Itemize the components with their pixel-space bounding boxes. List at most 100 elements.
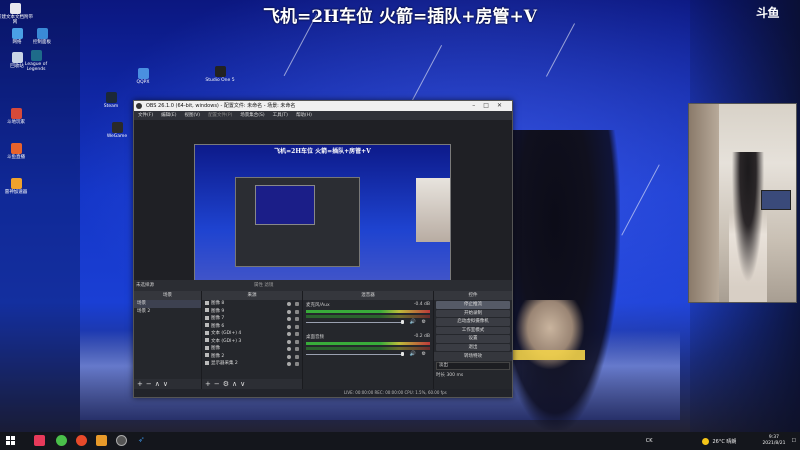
scene-item[interactable]: 场景 2 bbox=[134, 308, 201, 316]
weather-sun-icon[interactable] bbox=[702, 437, 710, 445]
lock-icon[interactable] bbox=[295, 332, 299, 336]
menu-file[interactable]: 文件(F) bbox=[138, 111, 153, 120]
source-label: 图像 6 bbox=[211, 323, 225, 329]
scenes-toolbar[interactable]: +−∧∨ bbox=[134, 379, 201, 389]
menu-profile[interactable]: 配置文件(P) bbox=[208, 111, 232, 120]
volume-meter bbox=[306, 315, 430, 318]
notification-icon[interactable]: ☐ bbox=[792, 438, 796, 444]
steam-icon bbox=[105, 92, 117, 103]
stream-preview[interactable]: 飞机=2H车位 火箭=插队+房管+V bbox=[194, 144, 451, 287]
eye-icon[interactable] bbox=[287, 317, 291, 321]
eye-icon[interactable] bbox=[287, 324, 291, 329]
source-label: 图像 bbox=[211, 346, 220, 351]
clock[interactable]: 9:37 2021/8/21 bbox=[762, 435, 785, 447]
source-item[interactable]: 图像 7 bbox=[202, 315, 302, 323]
lock-icon[interactable] bbox=[295, 324, 299, 329]
volume-slider[interactable]: 🔊 ⚙ bbox=[306, 319, 430, 325]
menu-edit[interactable]: 编辑(E) bbox=[161, 111, 176, 120]
eye-icon[interactable] bbox=[287, 347, 291, 351]
gear-icon[interactable]: ⚙ bbox=[422, 351, 426, 357]
source-item[interactable]: 图像 6 bbox=[202, 323, 302, 331]
no-source-selected-label: 未选择源 bbox=[136, 283, 154, 288]
camera-monitor bbox=[761, 190, 791, 210]
source-item[interactable]: 文本 (GDI+) 4 bbox=[202, 330, 302, 338]
menu-view[interactable]: 视图(V) bbox=[184, 111, 200, 120]
weather-text[interactable]: 26°C 晴朗 bbox=[712, 438, 736, 445]
desktop-icon-leishen[interactable]: 雷神加速器 bbox=[0, 178, 36, 195]
eye-icon[interactable] bbox=[287, 332, 291, 336]
desktop-icon-label: 控制面板 bbox=[33, 40, 51, 45]
exit-button[interactable]: 退出 bbox=[436, 343, 510, 351]
desktop-icon-wegame[interactable]: WeGame bbox=[97, 122, 137, 139]
speaker-icon[interactable]: 🔊 bbox=[410, 351, 416, 357]
eye-icon[interactable] bbox=[287, 339, 291, 344]
source-item[interactable]: 图像 2 bbox=[202, 353, 302, 361]
preview-area: 飞机=2H车位 火箭=插队+房管+V bbox=[134, 120, 512, 287]
taskbar-app-icon[interactable] bbox=[76, 435, 87, 446]
channel-name: 麦克风/Aux bbox=[306, 303, 330, 308]
taskbar-app-icon[interactable] bbox=[96, 435, 107, 446]
lock-icon[interactable] bbox=[295, 339, 299, 344]
desktop-icon-label: Studio One 5 bbox=[205, 78, 235, 83]
lock-icon[interactable] bbox=[295, 362, 299, 366]
virtual-camera-button[interactable]: 启动虚拟摄像机 bbox=[436, 318, 510, 326]
controls-header: 控件 bbox=[434, 291, 512, 300]
menu-help[interactable]: 帮助(H) bbox=[296, 111, 312, 120]
desktop-icon-player[interactable]: 斗地玩家 bbox=[0, 108, 36, 125]
duration-label: 时长 bbox=[436, 373, 445, 378]
desktop-icon-control-panel[interactable]: 控制面板 bbox=[22, 28, 62, 45]
camera-wall bbox=[689, 104, 719, 302]
lock-icon[interactable] bbox=[295, 354, 299, 359]
source-item[interactable]: 图像 8 bbox=[202, 300, 302, 308]
lock-icon[interactable] bbox=[295, 347, 299, 351]
source-item[interactable]: 显示器采集 2 bbox=[202, 360, 302, 368]
source-item[interactable]: 文本 (GDI+) 3 bbox=[202, 338, 302, 346]
desktop-icon-qqpx[interactable]: QQPX bbox=[123, 68, 163, 85]
volume-slider[interactable]: 🔊 ⚙ bbox=[306, 351, 430, 357]
studio-mode-button[interactable]: 工作室模式 bbox=[436, 326, 510, 334]
transition-select[interactable]: 淡出 bbox=[436, 362, 510, 370]
obs-menubar: 文件(F) 编辑(E) 视图(V) 配置文件(P) 场景集合(S) 工具(T) … bbox=[134, 111, 512, 120]
window-controls[interactable]: –□✕ bbox=[472, 101, 510, 111]
eye-icon[interactable] bbox=[287, 354, 291, 359]
desktop-icon-text-doc[interactable]: 新建文本文档附带网 bbox=[0, 3, 35, 25]
sources-toolbar[interactable]: +−⚙∧∨ bbox=[202, 379, 302, 389]
desktop-icon-douyu[interactable]: 斗鱼直播 bbox=[0, 143, 36, 160]
source-label: 文本 (GDI+) 4 bbox=[211, 331, 242, 336]
desktop-icon-league[interactable]: League of Legends bbox=[16, 50, 56, 72]
preview-banner-title: 飞机=2H车位 火箭=插队+房管+V bbox=[274, 148, 371, 155]
speaker-icon[interactable]: 🔊 bbox=[410, 319, 416, 325]
menu-scene-collection[interactable]: 场景集合(S) bbox=[240, 111, 264, 120]
leishen-accelerator-icon bbox=[10, 178, 22, 189]
taskbar-obs-icon[interactable] bbox=[116, 435, 127, 446]
lock-icon[interactable] bbox=[295, 309, 299, 314]
gear-icon[interactable]: ⚙ bbox=[422, 319, 426, 325]
start-button[interactable] bbox=[6, 436, 15, 445]
stop-streaming-button[interactable]: 停止推流 bbox=[436, 301, 510, 309]
taskbar-app-icon[interactable] bbox=[56, 435, 67, 446]
settings-button[interactable]: 设置 bbox=[436, 335, 510, 343]
desktop-icon-label: League of Legends bbox=[24, 62, 48, 72]
desktop-icon-steam[interactable]: Steam bbox=[91, 92, 131, 109]
menu-tools[interactable]: 工具(T) bbox=[273, 111, 288, 120]
taskbar-app-icon[interactable] bbox=[34, 435, 45, 446]
desktop-icon-studio-one[interactable]: Studio One 5 bbox=[200, 66, 240, 83]
lock-icon[interactable] bbox=[295, 302, 299, 306]
start-recording-button[interactable]: 开始录制 bbox=[436, 309, 510, 317]
duration-input[interactable]: 300 ms bbox=[446, 373, 463, 378]
eye-icon[interactable] bbox=[287, 309, 291, 314]
source-item[interactable]: 图像 bbox=[202, 345, 302, 353]
eye-icon[interactable] bbox=[287, 302, 291, 306]
lock-icon[interactable] bbox=[295, 317, 299, 321]
source-label: 图像 2 bbox=[211, 353, 225, 359]
taskbar-app-icon[interactable]: ➶ bbox=[138, 435, 149, 446]
mixer-channel-desktop: 桌面音频 -0.2 dB 🔊 ⚙ bbox=[303, 332, 433, 358]
tray-ime-indicator[interactable]: CK bbox=[646, 438, 653, 444]
source-properties-filters[interactable]: 属性 滤镜 bbox=[254, 282, 273, 288]
scene-item[interactable]: 场景 bbox=[134, 300, 201, 308]
eye-icon[interactable] bbox=[287, 362, 291, 366]
obs-titlebar[interactable]: OBS 26.1.0 (64-bit, windows) - 配置文件: 未命名… bbox=[134, 101, 512, 111]
studio-one-icon bbox=[214, 66, 226, 77]
obs-window[interactable]: OBS 26.1.0 (64-bit, windows) - 配置文件: 未命名… bbox=[133, 100, 513, 398]
source-item[interactable]: 图像 9 bbox=[202, 308, 302, 316]
